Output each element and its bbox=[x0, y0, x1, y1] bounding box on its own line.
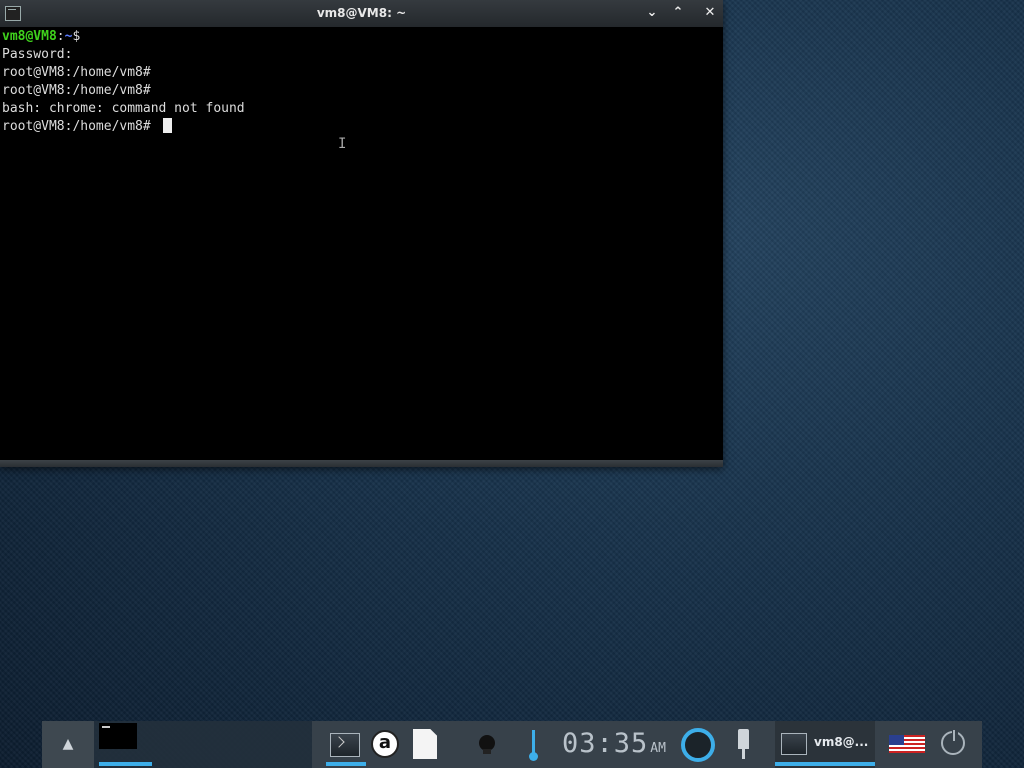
status-ring-icon[interactable] bbox=[681, 728, 715, 762]
document-icon[interactable] bbox=[413, 729, 437, 759]
terminal-line: root@VM8:/home/vm8# bbox=[2, 83, 151, 98]
current-prompt-line[interactable]: root@VM8:/home/vm8# bbox=[2, 118, 172, 136]
close-button[interactable]: ✕ bbox=[700, 3, 720, 23]
text-cursor bbox=[162, 118, 172, 133]
taskbar-window-entry[interactable]: vm8@... bbox=[775, 721, 875, 768]
window-titlebar[interactable]: vm8@VM8: ~ ⌄ ⌃ ✕ bbox=[0, 0, 723, 27]
clock-time: 03:35 bbox=[562, 728, 649, 759]
prompt-user: vm8@VM8 bbox=[2, 29, 57, 44]
clock-ampm: AM bbox=[650, 741, 666, 756]
lightbulb-icon[interactable] bbox=[479, 735, 495, 754]
window-bottom-border[interactable] bbox=[0, 460, 723, 467]
launcher-active-indicator bbox=[326, 762, 366, 766]
prompt-line: vm8@VM8:~$ bbox=[2, 28, 80, 46]
maximize-button[interactable]: ⌃ bbox=[668, 3, 688, 23]
digital-clock[interactable]: 03:35 AM bbox=[562, 726, 666, 762]
chevron-up-icon[interactable]: ▲ bbox=[42, 721, 94, 768]
terminal-line: root@VM8:/home/vm8# bbox=[2, 65, 151, 80]
window-title: vm8@VM8: ~ bbox=[316, 6, 407, 20]
usb-device-icon[interactable] bbox=[738, 729, 749, 759]
power-icon[interactable] bbox=[941, 729, 965, 755]
ibeam-cursor-icon: I bbox=[338, 136, 347, 152]
task-active-indicator bbox=[775, 762, 875, 766]
terminal-icon bbox=[781, 733, 807, 755]
prompt-symbol: $ bbox=[72, 29, 81, 44]
thermometer-icon[interactable] bbox=[529, 730, 538, 761]
terminal-launcher-icon[interactable] bbox=[330, 733, 360, 757]
a-launcher-icon[interactable]: a bbox=[371, 730, 399, 758]
pager-active-indicator bbox=[99, 762, 152, 766]
us-flag-icon[interactable] bbox=[889, 735, 925, 753]
panel-left: ▲ bbox=[42, 721, 312, 768]
terminal-line: bash: chrome: command not found bbox=[2, 101, 245, 116]
taskbar: a 03:35 AM vm8@... bbox=[312, 721, 982, 768]
terminal-output[interactable]: vm8@VM8:~$ Password: root@VM8:/home/vm8#… bbox=[0, 28, 723, 460]
terminal-window[interactable]: vm8@VM8: ~ ⌄ ⌃ ✕ vm8@VM8:~$ Password: ro… bbox=[0, 0, 723, 467]
prompt-separator: : bbox=[56, 29, 65, 44]
current-prompt: root@VM8:/home/vm8# bbox=[2, 119, 159, 134]
task-entry-label: vm8@... bbox=[814, 735, 869, 749]
desktop-pager-thumbnail[interactable] bbox=[99, 723, 137, 749]
terminal-line: Password: bbox=[2, 47, 73, 62]
minimize-button[interactable]: ⌄ bbox=[642, 3, 662, 23]
